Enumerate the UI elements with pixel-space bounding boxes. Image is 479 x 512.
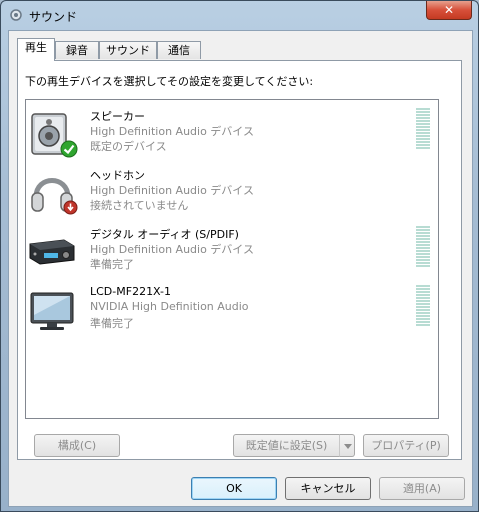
set-default-dropdown[interactable] <box>339 434 355 457</box>
device-item-lcd-monitor[interactable]: LCD-MF221X-1 NVIDIA High Definition Audi… <box>26 281 438 339</box>
device-item-speakers[interactable]: スピーカー High Definition Audio デバイス 既定のデバイス <box>26 104 438 162</box>
window-title: サウンド <box>29 10 78 24</box>
device-name: デジタル オーディオ (S/PDIF) <box>90 228 239 241</box>
device-description: High Definition Audio デバイス <box>90 184 254 197</box>
volume-level-meter <box>416 108 430 152</box>
device-name: ヘッドホン <box>90 169 145 182</box>
device-status: 準備完了 <box>90 258 134 271</box>
properties-button[interactable]: プロパティ(P) <box>363 434 449 457</box>
device-name: スピーカー <box>90 110 145 123</box>
tab-communications[interactable]: 通信 <box>157 41 201 59</box>
instruction-text: 下の再生デバイスを選択してその設定を変更してください: <box>25 75 314 88</box>
volume-level-meter <box>416 285 430 329</box>
device-description: High Definition Audio デバイス <box>90 243 254 256</box>
chevron-down-icon <box>344 444 352 449</box>
title-bar[interactable]: サウンド ✕ <box>1 1 478 29</box>
tab-recording[interactable]: 録音 <box>55 41 99 59</box>
set-default-button[interactable]: 既定値に設定(S) <box>233 434 340 457</box>
cancel-button[interactable]: キャンセル <box>285 477 371 500</box>
volume-level-meter <box>416 226 430 270</box>
device-item-headphones[interactable]: ヘッドホン High Definition Audio デバイス 接続されていま… <box>26 163 438 221</box>
sound-app-icon <box>10 9 22 21</box>
device-description: High Definition Audio デバイス <box>90 125 254 138</box>
tab-sounds[interactable]: サウンド <box>99 41 157 59</box>
default-checkmark-icon <box>60 140 78 158</box>
apply-button[interactable]: 適用(A) <box>379 477 465 500</box>
device-status: 準備完了 <box>90 317 134 330</box>
ok-button[interactable]: OK <box>191 477 277 500</box>
configure-button[interactable]: 構成(C) <box>34 434 120 457</box>
device-status: 接続されていません <box>90 199 189 212</box>
unplugged-icon <box>63 200 78 215</box>
device-name: LCD-MF221X-1 <box>90 285 172 298</box>
tab-playback[interactable]: 再生 <box>17 38 55 61</box>
close-button[interactable]: ✕ <box>426 1 472 20</box>
device-item-digital-audio[interactable]: デジタル オーディオ (S/PDIF) High Definition Audi… <box>26 222 438 280</box>
sound-dialog: サウンド ✕ 再生 録音 サウンド 通信 下の再生デバイスを選択してその設定を変… <box>0 0 479 512</box>
playback-device-list[interactable]: スピーカー High Definition Audio デバイス 既定のデバイス <box>25 99 439 419</box>
device-description: NVIDIA High Definition Audio <box>90 300 249 313</box>
digital-audio-receiver-icon <box>29 239 75 265</box>
playback-tab-panel: 下の再生デバイスを選択してその設定を変更してください: スピーカー High D… <box>17 60 462 460</box>
lcd-monitor-icon <box>30 292 74 330</box>
dialog-client-area: 再生 録音 サウンド 通信 下の再生デバイスを選択してその設定を変更してください… <box>8 30 473 507</box>
device-status: 既定のデバイス <box>90 140 167 153</box>
